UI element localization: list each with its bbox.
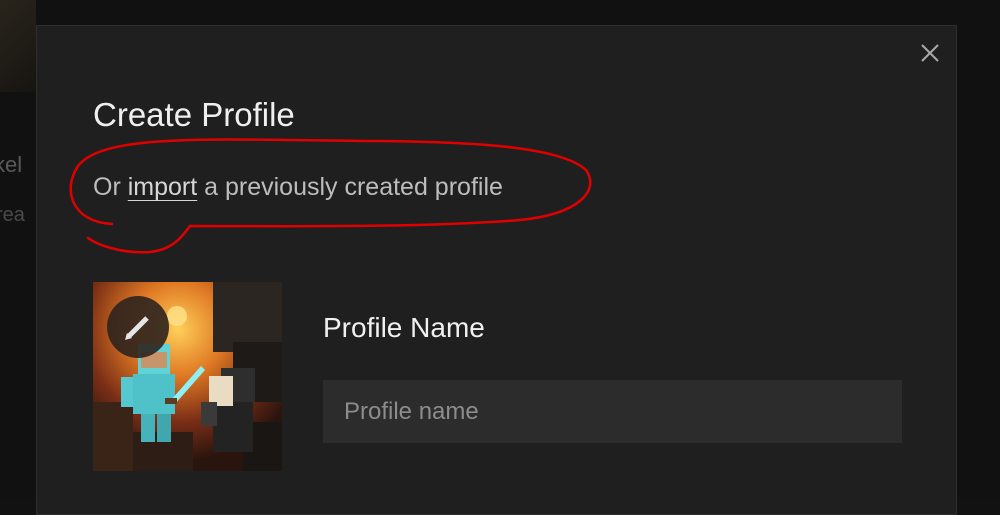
background-text: kel [0, 152, 23, 177]
dialog-title: Create Profile [93, 96, 295, 133]
pencil-icon [125, 316, 149, 340]
create-profile-dialog: Create Profile Or import a previously cr… [36, 25, 957, 515]
import-prompt-prefix: Or [93, 173, 128, 201]
profile-name-label: Profile Name [323, 312, 485, 343]
profile-name-input[interactable] [323, 380, 902, 443]
import-link[interactable]: import [128, 173, 197, 201]
close-button[interactable] [916, 39, 944, 67]
import-prompt: Or import a previously created profile [93, 173, 503, 202]
profile-avatar[interactable] [93, 282, 282, 471]
background-thumbnail [0, 0, 36, 92]
background-subtext: rea [0, 204, 25, 226]
edit-avatar-button[interactable] [107, 296, 169, 358]
close-icon [921, 44, 939, 62]
import-prompt-suffix: a previously created profile [197, 173, 503, 201]
